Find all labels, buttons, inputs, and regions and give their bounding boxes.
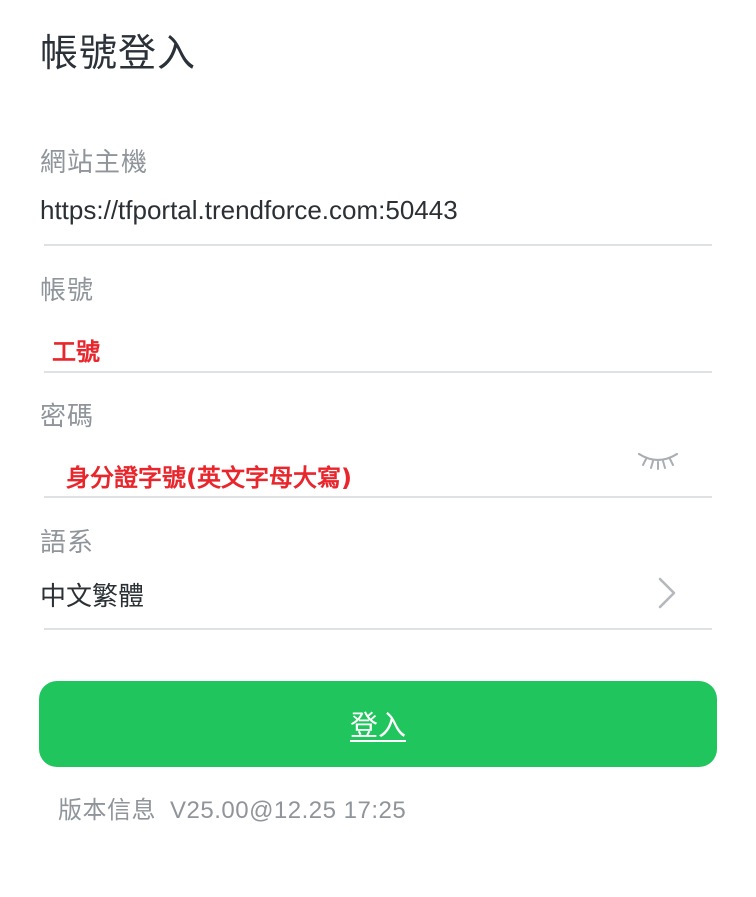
password-divider — [44, 496, 712, 498]
host-label: 網站主機 — [40, 148, 149, 178]
password-field[interactable]: 密碼 身分證字號(英文字母大寫) — [40, 394, 712, 502]
account-label: 帳號 — [40, 276, 95, 306]
eye-closed-icon[interactable] — [637, 450, 679, 472]
language-label: 語系 — [40, 528, 95, 558]
account-hint-annotation: 工號 — [52, 338, 100, 366]
version-label: 版本信息 — [58, 797, 156, 824]
page-title: 帳號登入 — [40, 31, 197, 75]
password-label: 密碼 — [40, 402, 95, 432]
chevron-right-icon[interactable] — [656, 576, 678, 610]
host-field[interactable]: 網站主機 https://tfportal.trendforce.com:504… — [40, 140, 712, 248]
password-hint-annotation: 身分證字號(英文字母大寫) — [66, 464, 352, 492]
login-page: 帳號登入 網站主機 https://tfportal.trendforce.co… — [0, 0, 756, 897]
login-button[interactable]: 登入 — [39, 681, 717, 767]
version-value: V25.00@12.25 17:25 — [170, 797, 407, 824]
host-divider — [44, 244, 712, 246]
account-divider — [44, 371, 712, 373]
version-info: 版本信息 V25.00@12.25 17:25 — [58, 790, 406, 825]
account-field[interactable]: 帳號 工號 — [40, 268, 712, 376]
host-value[interactable]: https://tfportal.trendforce.com:50443 — [40, 195, 458, 226]
language-divider — [44, 628, 712, 630]
language-field[interactable]: 語系 中文繁體 — [40, 520, 712, 632]
language-value[interactable]: 中文繁體 — [40, 576, 144, 613]
